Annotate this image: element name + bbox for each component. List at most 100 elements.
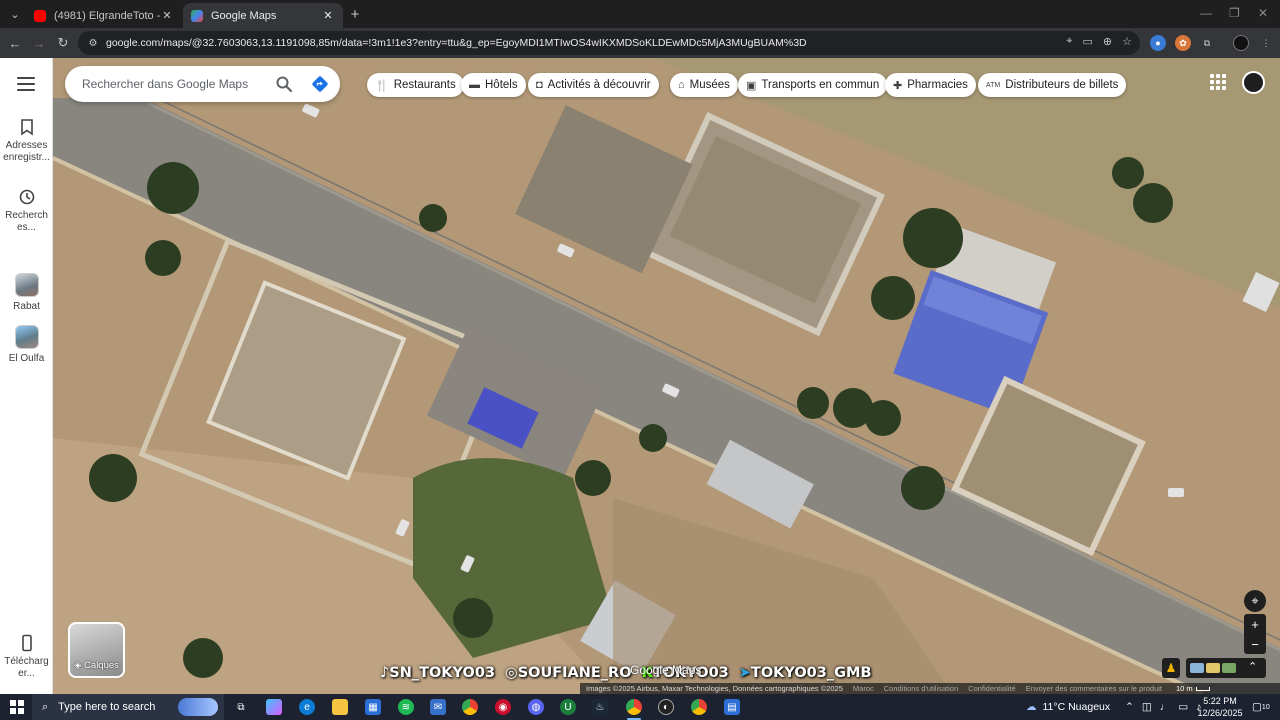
map-layer-thumb[interactable] xyxy=(1190,663,1204,673)
task-view-icon[interactable]: ⧉ xyxy=(233,699,249,715)
close-icon[interactable]: ✕ xyxy=(160,9,174,22)
search-input[interactable] xyxy=(82,77,262,91)
layers-button[interactable]: ◈ Calques xyxy=(68,622,125,678)
close-window-icon[interactable]: ✕ xyxy=(1258,6,1268,20)
site-info-icon[interactable]: ⚙ xyxy=(86,36,100,50)
zoom-in-button[interactable]: + xyxy=(1244,614,1266,634)
bookmark-star-icon[interactable]: ☆ xyxy=(1122,35,1132,48)
close-icon[interactable]: ✕ xyxy=(321,9,335,22)
reload-icon[interactable]: ↻ xyxy=(54,34,72,52)
app-icon[interactable]: U xyxy=(560,699,576,715)
extensions-puzzle-icon[interactable]: ⧉ xyxy=(1199,35,1215,51)
back-arrow-icon[interactable]: ← xyxy=(6,34,24,52)
location-icon[interactable]: ⌖ xyxy=(1066,35,1072,48)
expand-chevron-icon[interactable]: ⌃ xyxy=(1248,660,1257,673)
chrome-icon[interactable] xyxy=(626,699,642,715)
imagery-credit: Images ©2025 Airbus, Maxar Technologies,… xyxy=(586,684,843,693)
chip-label: Distributeurs de billets xyxy=(1005,79,1119,91)
terms-link[interactable]: Conditions d'utilisation xyxy=(884,684,958,693)
recents-button[interactable]: Recherch es... xyxy=(0,188,53,234)
scale-bar[interactable]: 10 m xyxy=(1176,684,1210,693)
microphone-icon[interactable]: ♩ xyxy=(1160,701,1171,713)
maps-search-box[interactable] xyxy=(65,66,340,102)
directions-icon[interactable] xyxy=(311,75,329,93)
notification-icon: ▢ xyxy=(1252,701,1262,713)
chip-restaurants[interactable]: 🍴 Restaurants xyxy=(367,73,464,97)
street-view-pegman-icon[interactable]: ♟ xyxy=(1162,658,1180,678)
menu-icon[interactable] xyxy=(17,77,35,91)
telegram-handle: ➤TOKYO03_GMB xyxy=(738,665,872,681)
discord-icon[interactable]: ◍ xyxy=(528,699,544,715)
url-text[interactable]: google.com/maps/@32.7603063,13.1191098,8… xyxy=(106,37,807,49)
file-explorer-icon[interactable] xyxy=(332,699,348,715)
weather-widget[interactable]: ☁ 11°C Nuageux xyxy=(1026,694,1110,720)
cast-icon[interactable]: ▭ xyxy=(1083,35,1093,48)
new-tab-button[interactable]: + xyxy=(346,5,364,23)
chevron-up-icon[interactable]: ⌃ xyxy=(1125,701,1134,713)
spotify-icon[interactable]: ≋ xyxy=(398,699,414,715)
tiktok-handle: ♪SN_TOKYO03 xyxy=(380,665,496,681)
account-avatar[interactable] xyxy=(1242,71,1265,94)
restore-icon[interactable]: ❐ xyxy=(1229,6,1240,20)
place-label: El Oulfa xyxy=(8,353,45,364)
layers-icon: ◈ xyxy=(74,660,85,671)
satellite-layer-thumb[interactable] xyxy=(1222,663,1236,673)
scale-label: 10 m xyxy=(1176,684,1193,693)
terrain-layer-thumb[interactable] xyxy=(1206,663,1220,673)
network-icon[interactable]: ◫ xyxy=(1142,701,1152,713)
minimize-icon[interactable]: — xyxy=(1200,6,1212,20)
download-app-button[interactable]: Télécharg er... xyxy=(0,634,53,680)
store-icon[interactable]: ▦ xyxy=(365,699,381,715)
copilot-icon[interactable] xyxy=(266,699,282,715)
battery-icon[interactable]: ▭ xyxy=(1178,701,1188,713)
tab-google-maps[interactable]: Google Maps ✕ xyxy=(183,3,343,28)
edge-icon[interactable]: e xyxy=(299,699,315,715)
address-bar[interactable]: ⚙ google.com/maps/@32.7603063,13.1191098… xyxy=(78,31,1140,55)
chip-label: Restaurants xyxy=(393,79,456,91)
zoom-out-button[interactable]: − xyxy=(1244,634,1266,654)
forward-arrow-icon[interactable]: → xyxy=(30,34,48,52)
mail-icon[interactable]: ✉ xyxy=(430,699,446,715)
google-apps-icon[interactable] xyxy=(1210,74,1226,90)
extension-icon[interactable]: ✿ xyxy=(1175,35,1191,51)
museum-icon: ⌂ xyxy=(678,79,685,91)
chrome-icon[interactable] xyxy=(462,699,478,715)
recent-place-el-oulfa[interactable]: El Oulfa xyxy=(0,325,53,365)
cloud-icon: ☁ xyxy=(1026,701,1037,713)
chrome-icon[interactable] xyxy=(691,699,707,715)
tiktok-icon: ♪ xyxy=(380,665,390,681)
profile-avatar[interactable] xyxy=(1233,35,1249,51)
zoom-icon[interactable]: ⊕ xyxy=(1103,35,1112,48)
instagram-icon: ◎ xyxy=(505,665,518,681)
chip-transit[interactable]: ▣ Transports en commun xyxy=(738,73,888,97)
saved-places-button[interactable]: Adresses enregistr... xyxy=(0,118,53,164)
tab-search-button[interactable]: ⌄ xyxy=(4,3,26,25)
feedback-link[interactable]: Envoyer des commentaires sur le produit xyxy=(1026,684,1162,693)
more-menu-icon[interactable]: ⋮ xyxy=(1258,35,1274,51)
taskbar-clock[interactable]: 5:22 PM 12/26/2025 xyxy=(1195,695,1245,719)
my-location-icon[interactable]: ⌖ xyxy=(1244,590,1266,612)
calculator-icon[interactable]: ▤ xyxy=(724,699,740,715)
taskbar-search-placeholder: Type here to search xyxy=(58,701,156,713)
app-icon[interactable]: ◉ xyxy=(495,699,511,715)
telegram-icon: ➤ xyxy=(738,665,751,681)
windows-start-icon[interactable] xyxy=(10,700,24,714)
recents-label: Recherch es... xyxy=(5,210,48,233)
search-icon[interactable] xyxy=(275,75,293,93)
chip-museums[interactable]: ⌂ Musées xyxy=(670,73,738,97)
quick-layers-toggle[interactable]: ⌃ xyxy=(1186,658,1266,678)
taskbar-search[interactable]: ⌕ Type here to search xyxy=(32,694,224,720)
notifications-button[interactable]: ▢ 10 xyxy=(1252,694,1270,720)
recent-place-rabat[interactable]: Rabat xyxy=(0,273,53,313)
obs-icon[interactable]: ◐ xyxy=(658,699,674,715)
satellite-map-canvas[interactable] xyxy=(53,58,1280,694)
country-link[interactable]: Maroc xyxy=(853,684,874,693)
steam-icon[interactable]: ♨ xyxy=(592,699,608,715)
chip-atm[interactable]: ATM Distributeurs de billets xyxy=(978,73,1127,97)
chip-hotels[interactable]: ▬ Hôtels xyxy=(461,73,526,97)
chip-pharmacies[interactable]: ✚ Pharmacies xyxy=(885,73,976,97)
chip-activities[interactable]: ◘ Activités à découvrir xyxy=(528,73,659,97)
tab-youtube[interactable]: (4981) ElgrandeToto -Bouhali- · ✕ xyxy=(26,3,182,28)
extension-icon[interactable]: ● xyxy=(1150,35,1166,51)
privacy-link[interactable]: Confidentialité xyxy=(968,684,1016,693)
